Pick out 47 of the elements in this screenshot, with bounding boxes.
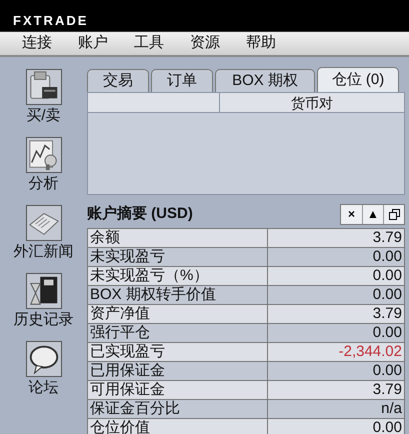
row-value: n/a (380, 400, 403, 418)
close-button[interactable]: × (341, 204, 362, 224)
row-value: 0.00 (372, 267, 403, 285)
menu-item[interactable]: 连接 (22, 32, 52, 55)
sidebar-button[interactable] (26, 341, 62, 377)
row-value: 0.00 (372, 419, 403, 434)
sidebar-label[interactable]: 外汇新闻 (14, 242, 74, 262)
tab[interactable]: 仓位 (0) (317, 67, 399, 92)
app-logo: FXTRADE (13, 14, 88, 27)
row-value: 0.00 (372, 248, 403, 266)
sidebar-button[interactable] (26, 137, 62, 173)
row-value: 3.79 (372, 229, 403, 247)
row-label: 余额 (88, 229, 268, 247)
row-label: 已用保证金 (88, 362, 268, 380)
row-label: 保证金百分比 (88, 400, 268, 418)
tab[interactable]: 交易 (87, 69, 149, 92)
row-value: 3.79 (372, 305, 403, 323)
row-label: 已实现盈亏 (88, 343, 268, 361)
tab[interactable]: BOX 期权 (215, 69, 315, 92)
row-value: 3.79 (372, 381, 403, 399)
collapse-button[interactable]: ▲ (362, 204, 383, 224)
tab[interactable]: 订单 (151, 69, 213, 92)
menu-item[interactable]: 资源 (190, 32, 220, 55)
row-label: 资产净值 (88, 305, 268, 323)
row-label: 强行平仓 (88, 324, 268, 342)
restore-icon (388, 208, 400, 220)
row-label: 可用保证金 (88, 381, 268, 399)
sidebar-label[interactable]: 买/卖 (26, 106, 61, 126)
menu-item[interactable]: 账户 (78, 32, 108, 55)
sidebar-label[interactable]: 分析 (28, 174, 58, 194)
row-label: 未实现盈亏 (88, 248, 268, 266)
row-label: 仓位价值 (88, 419, 268, 434)
sidebar-button[interactable] (26, 205, 62, 241)
column-header: 货币对 (290, 94, 334, 112)
menu-item[interactable]: 帮助 (246, 32, 276, 55)
row-value: -2,344.02 (338, 343, 403, 361)
sidebar-label[interactable]: 历史记录 (14, 310, 74, 330)
row-value: 0.00 (372, 324, 403, 342)
sidebar-label[interactable]: 论坛 (28, 378, 58, 398)
row-label: BOX 期权转手价值 (88, 286, 268, 304)
row-value: 0.00 (372, 286, 403, 304)
sidebar-button[interactable] (26, 273, 62, 309)
row-label: 未实现盈亏（%） (88, 267, 268, 285)
row-value: 0.00 (372, 362, 403, 380)
menu-item[interactable]: 工具 (134, 32, 164, 55)
panel-title: 账户摘要 (USD) (87, 204, 193, 224)
sidebar-button[interactable] (26, 69, 62, 105)
